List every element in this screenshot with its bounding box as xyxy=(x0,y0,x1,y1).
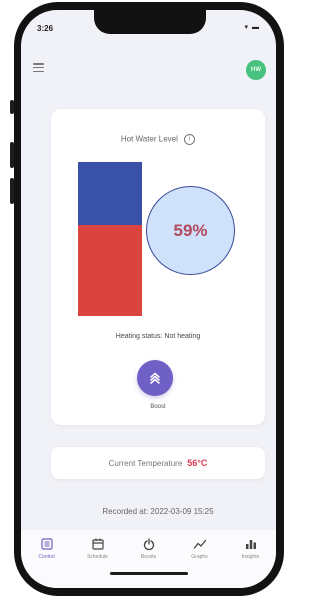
tab-boosts[interactable]: Boosts xyxy=(129,537,169,588)
calendar-icon xyxy=(91,538,104,550)
tab-bar: Control Schedule Boosts Graphs Insights xyxy=(21,530,276,588)
temperature-value: 56°C xyxy=(187,458,208,468)
avatar[interactable]: HW xyxy=(246,60,266,80)
notch xyxy=(94,10,206,34)
temperature-label: Current Temperature xyxy=(108,458,183,468)
home-indicator xyxy=(110,572,188,575)
hot-water-card: Hot Water Level i 59% Heating status: No… xyxy=(51,109,265,425)
side-button-volume-down xyxy=(10,178,14,204)
card-title-text: Hot Water Level xyxy=(120,134,178,144)
boost-button[interactable] xyxy=(137,360,173,396)
tab-control[interactable]: Control xyxy=(27,537,67,588)
info-icon[interactable]: i xyxy=(184,134,196,145)
control-icon xyxy=(40,538,53,550)
heating-status: Heating status: Not heating xyxy=(115,333,201,340)
recorded-at: Recorded at: 2022-03-09 15:25 xyxy=(102,507,214,516)
tab-graphs[interactable]: Graphs xyxy=(180,537,220,588)
temperature-card: Current Temperature 56°C xyxy=(51,447,265,479)
tab-label: Insights xyxy=(241,554,260,560)
tab-label: Control xyxy=(38,554,55,560)
boost-icon xyxy=(143,538,154,551)
tab-label: Graphs xyxy=(191,554,208,560)
insights-icon xyxy=(245,540,256,549)
tab-label: Schedule xyxy=(87,554,108,560)
tank-cold-section xyxy=(78,162,142,226)
water-tank xyxy=(78,162,142,316)
side-button-volume-up xyxy=(10,142,14,168)
level-value: 59% xyxy=(173,220,208,240)
tank-hot-section xyxy=(78,225,142,316)
graph-icon xyxy=(193,539,206,549)
tab-insights[interactable]: Insights xyxy=(231,537,271,588)
tab-label: Boosts xyxy=(140,554,157,560)
tab-schedule[interactable]: Schedule xyxy=(78,537,118,588)
side-button-mute xyxy=(10,100,14,114)
card-title: Hot Water Level i xyxy=(51,134,265,145)
status-time: 3:26 xyxy=(37,24,54,33)
menu-icon[interactable] xyxy=(33,63,44,72)
boost-label: Boost xyxy=(150,404,166,410)
phone-screen: 3:26 ▾ ▬ HW Hot Water Level i 59% Heatin… xyxy=(21,10,276,588)
status-icons: ▾ ▬ xyxy=(244,24,260,31)
chevrons-up-icon xyxy=(150,372,160,384)
level-gauge: 59% xyxy=(146,186,235,275)
